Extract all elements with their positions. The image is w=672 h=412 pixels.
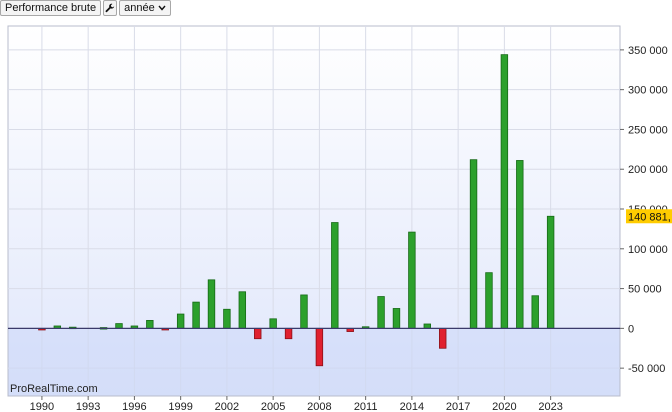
y-tick-label: 50 000 xyxy=(628,284,662,296)
x-tick-label: 2017 xyxy=(446,401,470,412)
bar xyxy=(115,323,123,329)
bar xyxy=(423,323,432,329)
last-value-marker: 140 881, xyxy=(626,209,672,224)
bar xyxy=(146,320,154,329)
x-tick-label: 2023 xyxy=(538,401,562,412)
x-tick-label: 2005 xyxy=(261,401,285,412)
y-tick-label: 200 000 xyxy=(628,164,668,176)
bar xyxy=(469,159,478,329)
bar xyxy=(192,301,200,329)
bar xyxy=(176,313,185,329)
x-tick-label: 2011 xyxy=(354,401,378,412)
x-tick-label: 2014 xyxy=(400,401,424,412)
bar xyxy=(254,327,262,340)
bar xyxy=(223,308,231,329)
x-axis: 1990 1993 1996 1999 2002 2005 2008 2011 2014 2017… xyxy=(30,396,563,412)
performance-bar-chart: 350 000300 000250 000200 000150 000100 0… xyxy=(7,25,672,412)
bar xyxy=(516,160,524,329)
x-tick-label: 1996 xyxy=(122,401,146,412)
bar xyxy=(315,327,324,367)
x-tick-label: 1993 xyxy=(76,401,100,412)
negative-zone xyxy=(8,328,620,396)
bar xyxy=(377,296,385,329)
bar xyxy=(331,222,339,329)
bar xyxy=(531,295,539,329)
bar xyxy=(238,291,247,329)
x-tick-label: 2008 xyxy=(307,401,331,412)
x-tick-label: 2020 xyxy=(492,401,516,412)
bar xyxy=(546,215,555,329)
y-tick-label: 350 000 xyxy=(628,45,668,57)
bar xyxy=(392,308,401,329)
bar xyxy=(439,327,447,349)
y-tick-label: 100 000 xyxy=(628,244,668,256)
x-tick-label: 1999 xyxy=(168,401,192,412)
x-tick-label: 1990 xyxy=(30,401,54,412)
last-value-label: 140 881, xyxy=(628,211,671,223)
y-tick-label: 250 000 xyxy=(628,124,668,136)
y-tick-label: 300 000 xyxy=(628,85,668,97)
x-tick-label: 2002 xyxy=(215,401,239,412)
bar xyxy=(269,318,277,329)
bar xyxy=(207,279,216,329)
bar xyxy=(300,294,308,329)
bar xyxy=(500,54,509,329)
bar xyxy=(408,231,416,329)
bar xyxy=(284,327,293,340)
y-tick-label: 0 xyxy=(628,323,634,335)
prorealtime-watermark: ProRealTime.com xyxy=(10,383,98,395)
y-tick-label: -50 000 xyxy=(628,363,665,375)
bar xyxy=(485,272,493,329)
